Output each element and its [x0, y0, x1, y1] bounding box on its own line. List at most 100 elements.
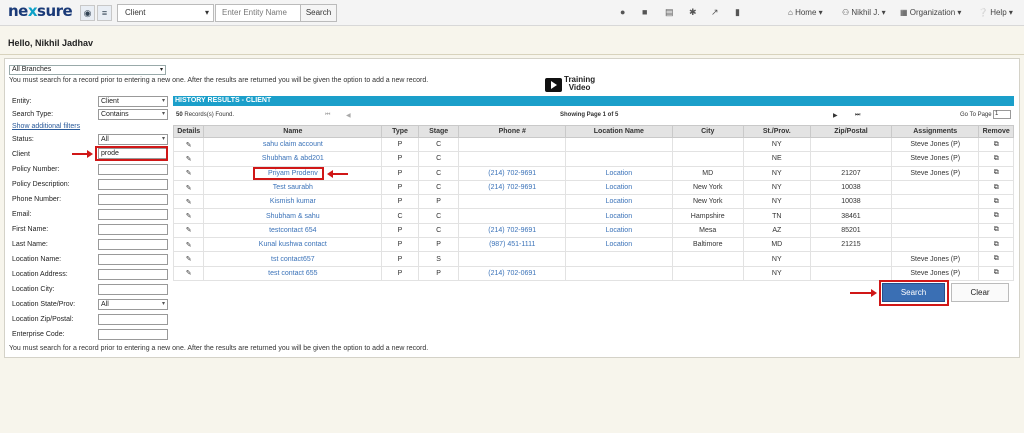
remove-icon[interactable]: ⧉	[978, 151, 1014, 167]
location-name-input[interactable]	[98, 254, 168, 265]
phone-number-input[interactable]	[98, 194, 168, 205]
policy-number-input[interactable]	[98, 164, 168, 175]
policy-description-input[interactable]	[98, 179, 168, 190]
remove-icon[interactable]: ⧉	[978, 237, 1014, 253]
cell-name[interactable]: Kismish kumar	[203, 194, 383, 210]
nexsure-logo[interactable]: nexsure	[8, 2, 73, 20]
cell-phone[interactable]	[458, 194, 567, 210]
cell-phone[interactable]	[458, 251, 567, 267]
cell-location[interactable]	[565, 265, 673, 281]
cell-name[interactable]: Test saurabh	[203, 179, 383, 196]
header-search-button[interactable]: Search	[300, 4, 337, 22]
cell-phone[interactable]	[458, 208, 567, 224]
news-icon[interactable]: ▤	[665, 7, 674, 18]
list-icon[interactable]: ≡	[97, 5, 112, 21]
remove-icon[interactable]: ⧉	[978, 136, 1014, 153]
play-video-icon[interactable]	[545, 78, 562, 92]
organization-menu[interactable]: ▦ Organization ▾	[900, 8, 961, 17]
bookmark-icon[interactable]: ▮	[735, 7, 740, 18]
cell-location[interactable]	[565, 251, 673, 267]
entity-filter-select[interactable]: Client ▾	[98, 96, 168, 107]
column-header[interactable]: City	[671, 125, 744, 138]
remove-icon[interactable]: ⧉	[978, 208, 1014, 224]
clear-button[interactable]: Clear	[951, 283, 1009, 302]
last-name-input[interactable]	[98, 239, 168, 250]
user-menu[interactable]: ⚇ Nikhil J. ▾	[842, 8, 886, 17]
cell-name[interactable]: Kunal kushwa contact	[203, 237, 383, 253]
binoculars-icon[interactable]: ◉	[80, 5, 95, 21]
status-select[interactable]: All ▾	[98, 134, 168, 145]
enterprise-code-input[interactable]	[98, 329, 168, 340]
cell-phone[interactable]	[458, 136, 567, 153]
cell-phone[interactable]	[458, 151, 567, 167]
cell-location[interactable]: Location	[565, 222, 673, 239]
cell-location[interactable]: Location	[565, 165, 673, 181]
next-page-icon[interactable]: ▶	[833, 112, 838, 119]
details-icon[interactable]: ✎	[172, 251, 205, 267]
details-icon[interactable]: ✎	[172, 165, 205, 181]
cell-location[interactable]: Location	[565, 179, 673, 196]
cell-name[interactable]: sahu claim account	[203, 136, 383, 153]
column-header[interactable]: Stage	[417, 125, 460, 138]
entity-type-select[interactable]: Client ▾	[117, 4, 214, 22]
details-icon[interactable]: ✎	[172, 222, 205, 239]
remove-icon[interactable]: ⧉	[978, 265, 1014, 281]
show-additional-filters-link[interactable]: Show additional filters	[12, 123, 80, 130]
branches-select[interactable]: All Branches ▾	[9, 65, 166, 75]
cell-name[interactable]: Shubham & abd201	[203, 151, 383, 167]
prev-page-icon[interactable]: ◀	[346, 112, 351, 119]
bell-icon[interactable]: ●	[620, 7, 625, 17]
first-name-input[interactable]	[98, 224, 168, 235]
cell-name[interactable]: tst contact657	[203, 251, 383, 267]
cell-location[interactable]	[565, 151, 673, 167]
details-icon[interactable]: ✎	[172, 237, 205, 253]
cell-phone[interactable]: (214) 702-9691	[458, 165, 567, 181]
cell-name[interactable]: test contact 655	[203, 265, 383, 281]
cell-name[interactable]: testcontact 654	[203, 222, 383, 239]
details-icon[interactable]: ✎	[172, 265, 205, 281]
column-header[interactable]: St./Prov.	[742, 125, 811, 138]
column-header[interactable]: Name	[203, 125, 383, 138]
column-header[interactable]: Phone #	[458, 125, 567, 138]
first-page-icon[interactable]: ⏮	[325, 112, 330, 119]
entity-name-input[interactable]: Enter Entity Name	[215, 4, 302, 22]
details-icon[interactable]: ✎	[172, 151, 205, 167]
column-header[interactable]: Location Name	[565, 125, 673, 138]
remove-icon[interactable]: ⧉	[978, 222, 1014, 239]
help-menu[interactable]: ❔ Help ▾	[978, 8, 1013, 17]
remove-icon[interactable]: ⧉	[978, 194, 1014, 210]
details-icon[interactable]: ✎	[172, 179, 205, 196]
cell-location[interactable]	[565, 136, 673, 153]
last-page-icon[interactable]: ⏭	[855, 112, 860, 119]
email-input[interactable]	[98, 209, 168, 220]
cell-phone[interactable]: (214) 702-9691	[458, 179, 567, 196]
chat-icon[interactable]: ■	[642, 7, 647, 17]
cell-phone[interactable]: (214) 702-9691	[458, 222, 567, 239]
home-menu[interactable]: ⌂ Home ▾	[788, 8, 823, 17]
cell-phone[interactable]: (214) 702-0691	[458, 265, 567, 281]
location-address-input[interactable]	[98, 269, 168, 280]
details-icon[interactable]: ✎	[172, 136, 205, 153]
external-link-icon[interactable]: ↗	[711, 7, 719, 18]
location-zip-input[interactable]	[98, 314, 168, 325]
search-type-select[interactable]: Contains ▾	[98, 109, 168, 120]
remove-icon[interactable]: ⧉	[978, 165, 1014, 181]
column-header[interactable]: Remove	[978, 125, 1014, 138]
cell-location[interactable]: Location	[565, 208, 673, 224]
asterisk-icon[interactable]: ✱	[689, 7, 697, 18]
location-city-input[interactable]	[98, 284, 168, 295]
cell-location[interactable]: Location	[565, 194, 673, 210]
remove-icon[interactable]: ⧉	[978, 179, 1014, 196]
details-icon[interactable]: ✎	[172, 208, 205, 224]
column-header[interactable]: Assignments	[891, 125, 980, 138]
training-video-link[interactable]: Training Video	[564, 76, 595, 92]
location-state-select[interactable]: All ▾	[98, 299, 168, 310]
column-header[interactable]: Zip/Postal	[809, 125, 893, 138]
details-icon[interactable]: ✎	[172, 194, 205, 210]
cell-name[interactable]: Shubham & sahu	[203, 208, 383, 224]
column-header[interactable]: Details	[172, 125, 205, 138]
cell-phone[interactable]: (987) 451-1111	[458, 237, 567, 253]
remove-icon[interactable]: ⧉	[978, 251, 1014, 267]
cell-location[interactable]: Location	[565, 237, 673, 253]
column-header[interactable]: Type	[381, 125, 419, 138]
